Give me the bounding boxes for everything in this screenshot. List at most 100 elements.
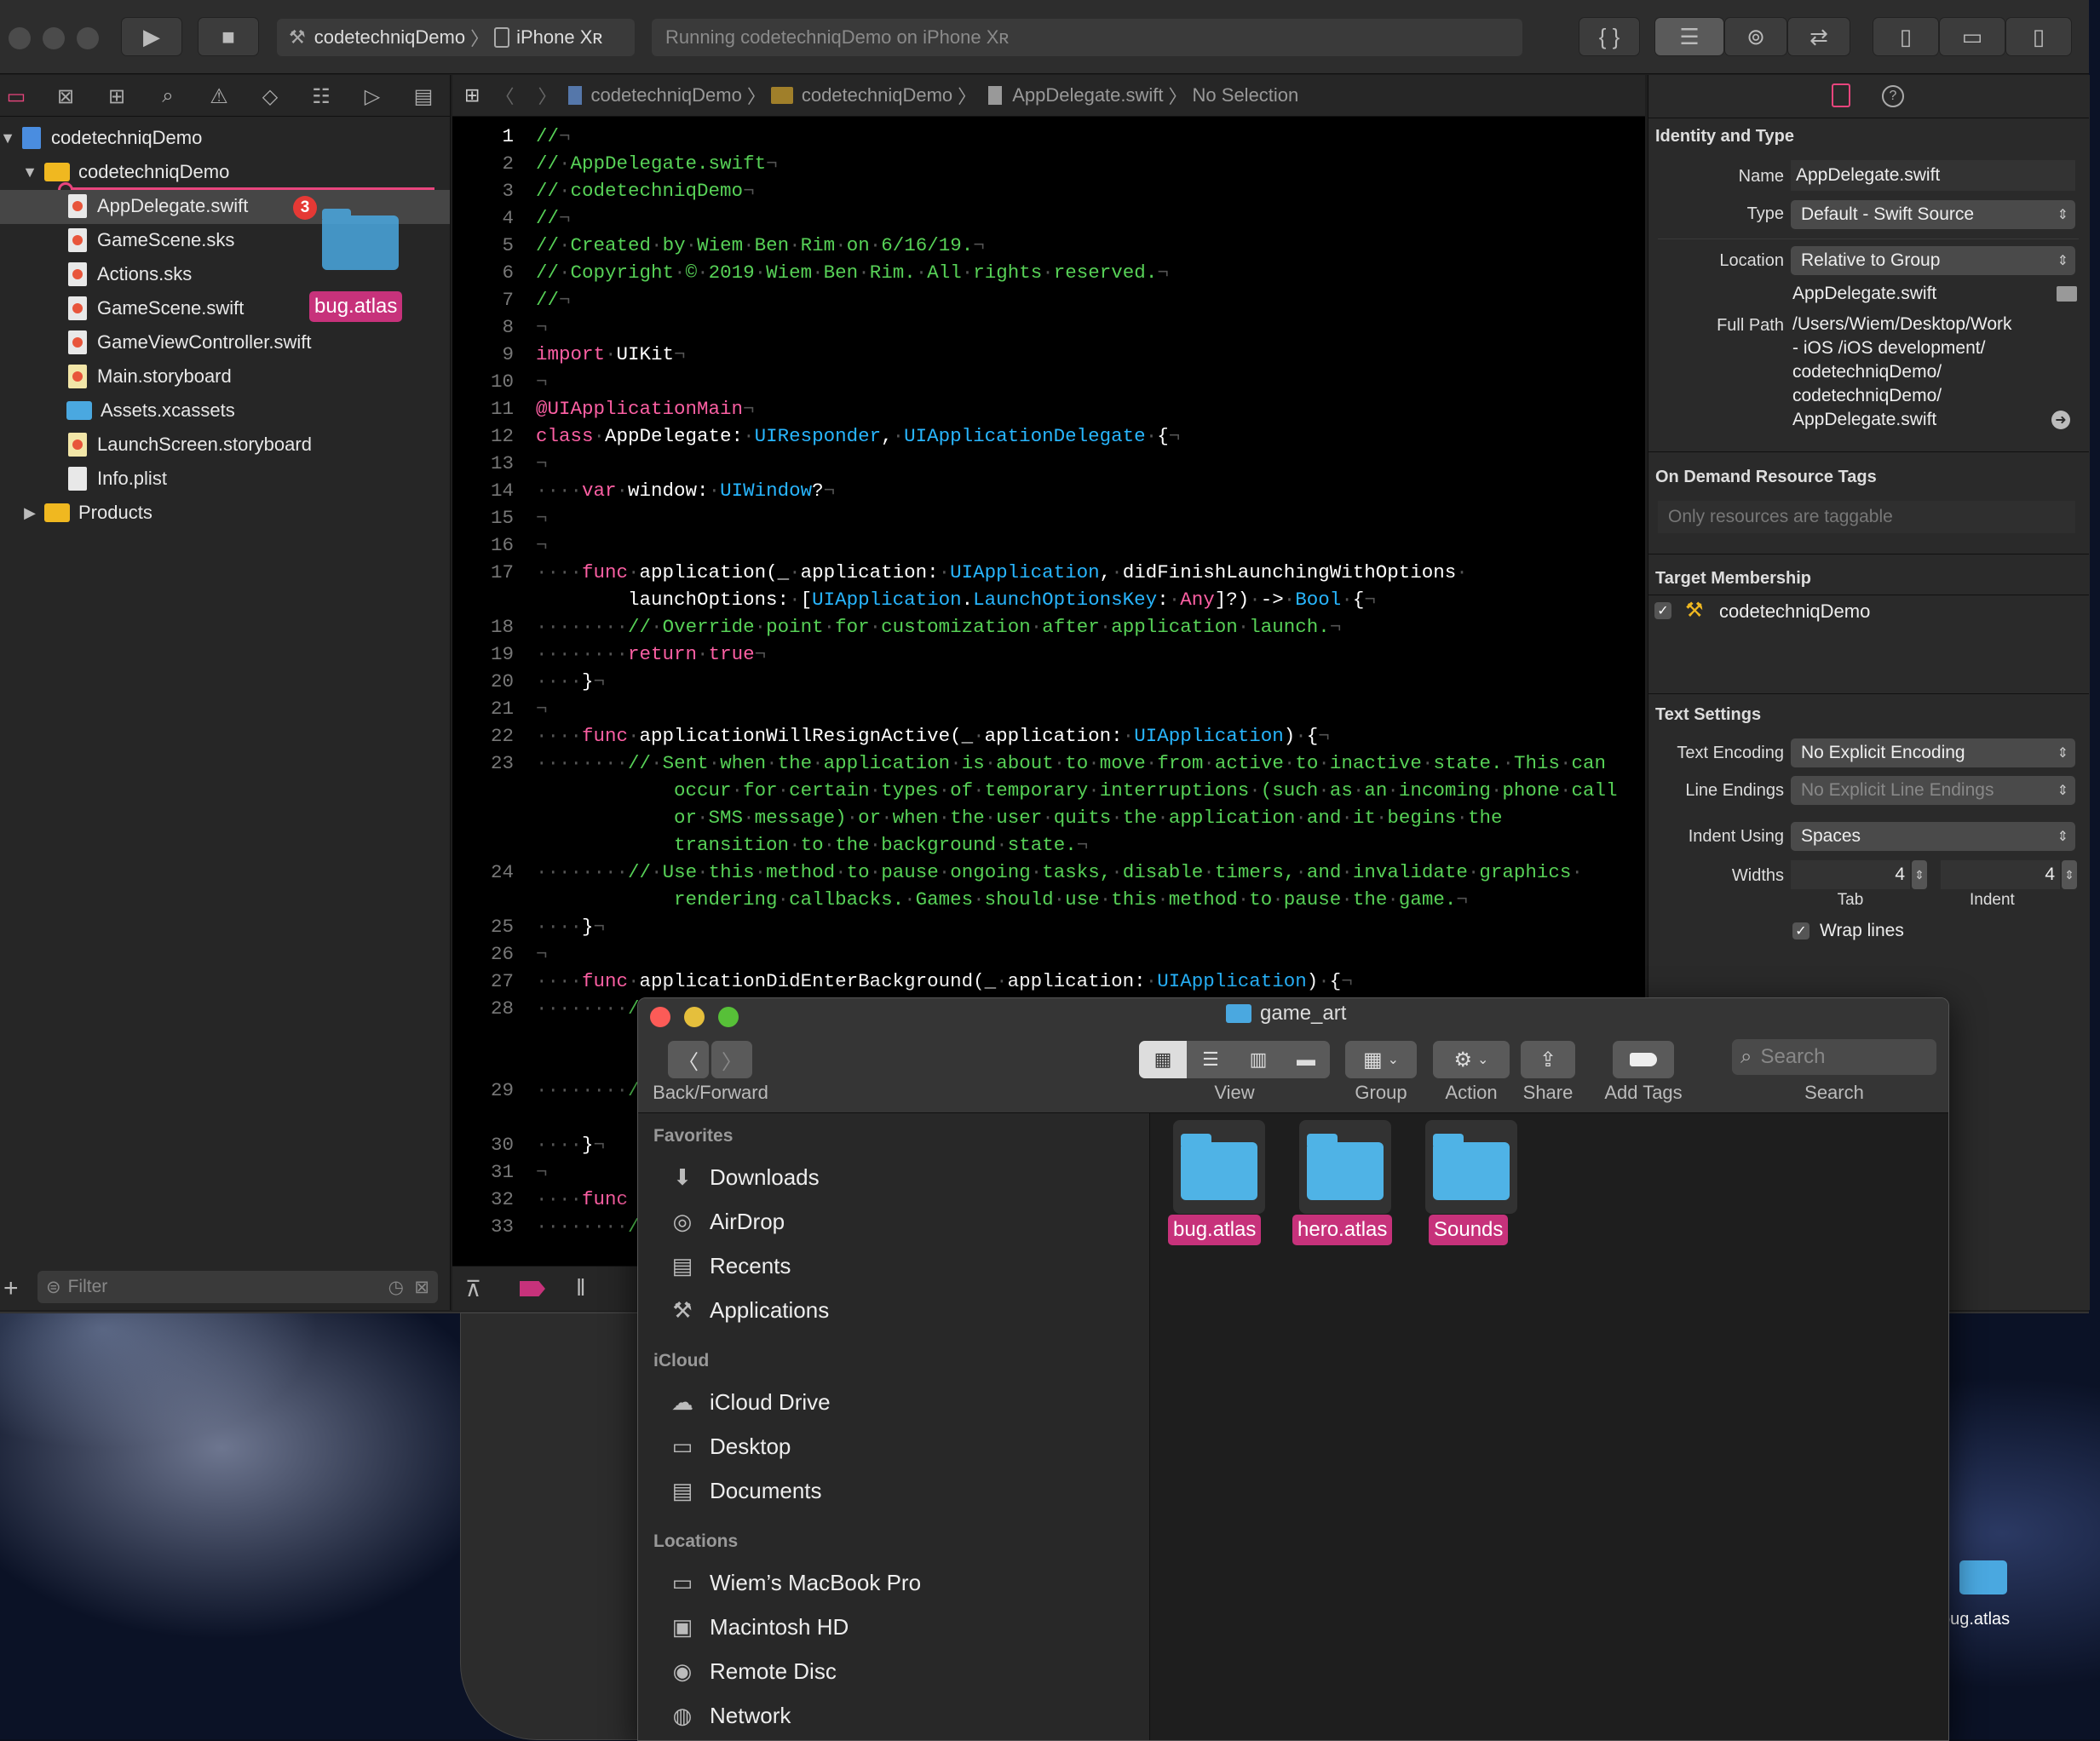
indent-width-stepper[interactable]: ⇕ (2062, 860, 2077, 889)
share-button[interactable]: ⇪ (1521, 1041, 1575, 1078)
code-line[interactable]: transition·to·the·background·state.¬ (452, 831, 1628, 859)
code-line[interactable]: 4 //¬ (452, 204, 1628, 232)
standard-editor-button[interactable]: ☰ (1654, 17, 1724, 56)
file-row-main-storyboard[interactable]: Main.storyboard (0, 359, 450, 394)
jump-file[interactable]: AppDelegate.swift (1012, 84, 1163, 106)
line-endings-popup[interactable]: No Explicit Line Endings ⇕ (1791, 776, 2075, 805)
code-line[interactable]: 20 ····}¬ (452, 668, 1628, 695)
products-row[interactable]: ▶ Products (0, 496, 450, 530)
back-button[interactable]: 〈 (668, 1041, 709, 1078)
report-icon[interactable]: ▤ (409, 82, 438, 111)
symbol-icon[interactable]: ⊞ (102, 82, 131, 111)
file-inspector-tab-icon[interactable] (1832, 83, 1850, 107)
sidebar-item-network[interactable]: ◍ Network (667, 1698, 791, 1732)
file-row-gamescene-sks[interactable]: GameScene.sks (0, 223, 450, 257)
project-row[interactable]: ▼ codetechniqDemo (0, 121, 450, 155)
disclosure-open-icon[interactable]: ▼ (0, 129, 15, 147)
library-button[interactable]: { } (1579, 17, 1640, 56)
related-items-icon[interactable]: ⊞ (464, 84, 480, 106)
code-line[interactable]: 5 //·Created·by·Wiem·Ben·Rim·on·6/16/19.¬ (452, 232, 1628, 259)
jump-group[interactable]: codetechniqDemo (802, 84, 952, 106)
code-line[interactable]: 22 ····func·applicationWillResignActive(_… (452, 722, 1628, 750)
sidebar-item-applications[interactable]: ⚒ Applications (667, 1293, 829, 1327)
indent-width-field[interactable]: 4 (1941, 860, 2060, 889)
code-line[interactable]: 27 ····func·applicationDidEnterBackground… (452, 968, 1628, 995)
toggle-debug-area-button[interactable]: ▭ (1939, 17, 2005, 56)
folder-icon[interactable]: ▭ (2, 82, 31, 111)
code-line[interactable]: 11 @UIApplicationMain¬ (452, 395, 1628, 422)
code-line[interactable]: 18 ········//·Override·point·for·customiz… (452, 613, 1628, 641)
code-line[interactable]: occur·for·certain·types·of·temporary·int… (452, 777, 1628, 804)
search-icon[interactable]: ⌕ (153, 82, 182, 111)
file-row-actions-sks[interactable]: Actions.sks (0, 257, 450, 291)
view-segmented-control[interactable]: ▦ ☰ ▥ ▬ (1139, 1041, 1330, 1078)
choose-location-folder-icon[interactable] (2057, 286, 2077, 302)
type-popup[interactable]: Default - Swift Source ⇕ (1791, 200, 2075, 229)
recent-files-icon[interactable]: ◷ (388, 1277, 404, 1298)
zoom-window-button[interactable] (718, 1007, 739, 1027)
back-arrow-icon[interactable]: 〈 (495, 82, 514, 109)
run-button[interactable]: ▶ (121, 17, 182, 56)
file-row-gameviewcontroller[interactable]: GameViewController.swift (0, 325, 450, 359)
code-line[interactable]: rendering·callbacks.·Games·should·use·th… (452, 886, 1628, 913)
code-line[interactable]: 10 ¬ (452, 368, 1628, 395)
minimize-window-button[interactable] (684, 1007, 705, 1027)
add-tags-button[interactable] (1613, 1041, 1674, 1078)
code-line[interactable]: 15 ¬ (452, 504, 1628, 531)
code-line[interactable]: 14 ····var·window:·UIWindow?¬ (452, 477, 1628, 504)
source-control-icon[interactable]: ⊠ (51, 82, 80, 111)
disclosure-closed-icon[interactable]: ▶ (22, 504, 37, 522)
indent-using-popup[interactable]: Spaces ⇕ (1791, 822, 2075, 851)
close-window-button[interactable] (9, 27, 31, 49)
forward-button[interactable]: 〉 (711, 1041, 752, 1078)
folder-label-tagged[interactable]: hero.atlas (1292, 1215, 1393, 1245)
code-line[interactable]: 1 //¬ (452, 123, 1628, 150)
help-inspector-tab-icon[interactable]: ? (1882, 85, 1904, 107)
code-line[interactable]: 16 ¬ (452, 531, 1628, 559)
code-line[interactable]: 17 ····func·application(_·application:·UI… (452, 559, 1628, 586)
debug-icon[interactable]: ☷ (307, 82, 336, 111)
wrap-lines-checkbox[interactable]: ✓ (1792, 922, 1809, 939)
scheme-selector[interactable]: ⚒ codetechniqDemo 〉 iPhone Xʀ (277, 19, 635, 56)
code-line[interactable]: 3 //·codetechniqDemo¬ (452, 177, 1628, 204)
tab-width-field[interactable]: 4 (1791, 860, 1910, 889)
file-row-info-plist[interactable]: Info.plist (0, 462, 450, 496)
folder-label-tagged[interactable]: bug.atlas (1168, 1215, 1262, 1245)
code-line[interactable]: 7 //¬ (452, 286, 1628, 313)
code-line[interactable]: 23 ········//·Sent·when·the·application·i… (452, 750, 1628, 777)
jump-project[interactable]: codetechniqDemo (590, 84, 741, 106)
zoom-window-button[interactable] (77, 27, 99, 49)
sidebar-item-macintosh-hd[interactable]: ▣ Macintosh HD (667, 1610, 849, 1644)
target-checkbox[interactable]: ✓ (1654, 602, 1671, 619)
code-line[interactable]: 21 ¬ (452, 695, 1628, 722)
test-icon[interactable]: ◇ (256, 82, 285, 111)
jump-selection[interactable]: No Selection (1193, 84, 1299, 106)
minimize-window-button[interactable] (43, 27, 65, 49)
folder-icon[interactable] (1299, 1120, 1391, 1214)
code-line[interactable]: 24 ········//·Use·this·method·to·pause·on… (452, 859, 1628, 886)
odr-tags-field[interactable]: Only resources are taggable (1658, 501, 2075, 533)
add-file-button[interactable]: + (3, 1274, 19, 1303)
desktop-folder-icon[interactable] (1959, 1560, 2007, 1594)
hide-debug-area-icon[interactable]: ⊼ (465, 1276, 481, 1302)
warning-icon[interactable]: ⚠ (204, 82, 233, 111)
code-line[interactable]: launchOptions:·[UIApplication.LaunchOpti… (452, 586, 1628, 613)
code-line[interactable]: 2 //·AppDelegate.swift¬ (452, 150, 1628, 177)
navigator-filter-field[interactable]: ⊜ Filter ◷ ⊠ (37, 1271, 438, 1303)
code-line[interactable]: 8 ¬ (452, 313, 1628, 341)
text-encoding-popup[interactable]: No Explicit Encoding ⇕ (1791, 738, 2075, 767)
sidebar-item-remote-disc[interactable]: ◉ Remote Disc (667, 1654, 837, 1688)
breakpoint-icon[interactable]: ▷ (358, 82, 387, 111)
column-view-icon[interactable]: ▥ (1234, 1041, 1282, 1078)
code-line[interactable]: 6 //·Copyright·©·2019·Wiem·Ben·Rim.·All·r… (452, 259, 1628, 286)
disclosure-open-icon[interactable]: ▼ (22, 164, 37, 181)
action-button[interactable]: ⚙ ⌄ (1433, 1041, 1510, 1078)
sidebar-item-recents[interactable]: ▤ Recents (667, 1249, 791, 1283)
sidebar-item-downloads[interactable]: ⬇ Downloads (667, 1160, 820, 1194)
reveal-in-finder-icon[interactable]: ➜ (2051, 411, 2070, 429)
search-field[interactable]: ⌕ Search (1732, 1039, 1936, 1075)
toggle-navigator-button[interactable]: ▯ (1873, 17, 1939, 56)
group-button[interactable]: ▦ ⌄ (1345, 1041, 1417, 1078)
forward-arrow-icon[interactable]: 〉 (538, 82, 556, 109)
code-line[interactable]: 12 class·AppDelegate:·UIResponder,·UIAppl… (452, 422, 1628, 450)
